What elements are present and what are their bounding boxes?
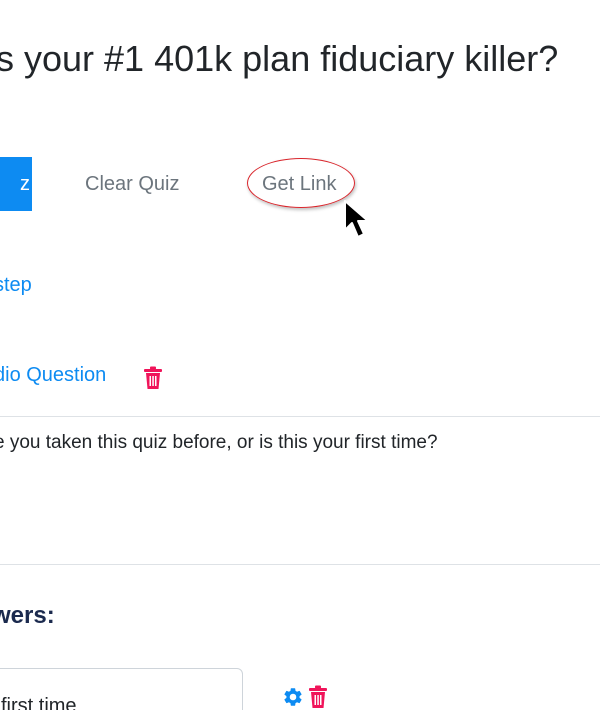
delete-answer-trash-icon[interactable]	[308, 685, 328, 709]
clear-quiz-button[interactable]: Clear Quiz	[85, 157, 179, 211]
get-link-button[interactable]: Get Link	[262, 157, 336, 211]
question-text[interactable]: e you taken this quiz before, or is this…	[0, 432, 438, 454]
answers-heading: wers:	[0, 602, 55, 629]
quiz-toolbar: z Clear Quiz Get Link	[0, 157, 600, 211]
add-step-link[interactable]: step	[0, 274, 32, 297]
divider	[0, 564, 600, 565]
gear-icon[interactable]	[282, 686, 304, 708]
question-type-label[interactable]: dio Question	[0, 364, 106, 387]
divider	[0, 416, 600, 417]
quiz-title: s your #1 401k plan fiduciary killer?	[0, 38, 559, 79]
save-quiz-button[interactable]: z	[0, 157, 32, 211]
answer-input[interactable]	[0, 668, 243, 710]
delete-question-trash-icon[interactable]	[143, 366, 163, 390]
quiz-editor-page: s your #1 401k plan fiduciary killer? z …	[0, 0, 600, 710]
